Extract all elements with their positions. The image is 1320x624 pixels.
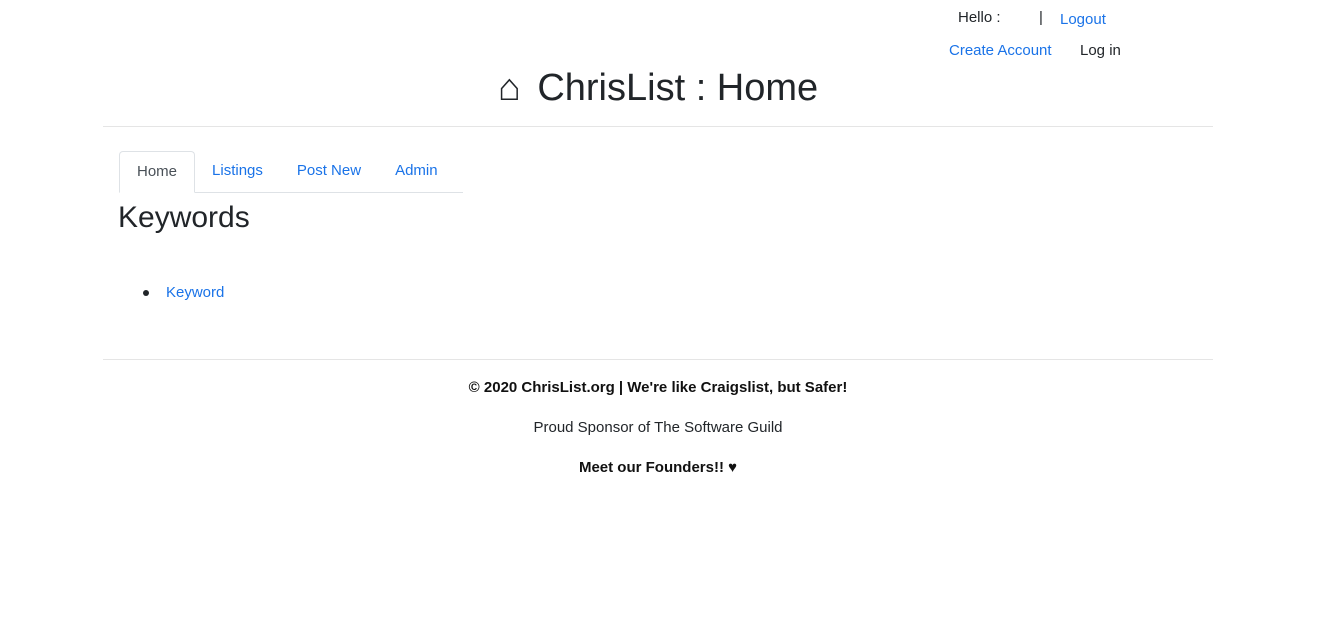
home-icon: ⌂ [497, 67, 521, 109]
nav-separator: | [1039, 9, 1043, 26]
logout-link[interactable]: Logout [1060, 11, 1106, 28]
footer-sponsor: Proud Sponsor of The Software Guild [533, 419, 783, 436]
page-container: Hello : | Logout Create Account Log in ⌂… [103, 0, 1213, 624]
keywords-heading: Keywords [118, 201, 250, 234]
list-item: Keyword [143, 283, 224, 303]
founders-link[interactable]: Meet our Founders!! ♥ [103, 458, 1213, 478]
create-account-link[interactable]: Create Account [949, 42, 1052, 59]
bullet-icon [143, 290, 149, 296]
tab-listings[interactable]: Listings [195, 151, 280, 191]
footer: © 2020 ChrisList.org | We're like Craigs… [103, 378, 1213, 478]
tab-post-new[interactable]: Post New [280, 151, 378, 191]
footer-divider [103, 359, 1213, 360]
login-link[interactable]: Log in [1080, 42, 1121, 59]
nav-tabs: Home Listings Post New Admin [119, 151, 463, 193]
footer-copyright: © 2020 ChrisList.org | We're like Craigs… [468, 379, 848, 396]
page-title-text: ChrisList : Home [537, 67, 819, 109]
user-nav: Hello : | Logout Create Account Log in [913, 8, 1213, 68]
hello-label: Hello : [958, 9, 1001, 26]
tab-admin[interactable]: Admin [378, 151, 455, 191]
header-divider [103, 126, 1213, 127]
tab-home[interactable]: Home [119, 151, 196, 193]
keyword-list: Keyword [143, 283, 224, 303]
page-title: ⌂ ChrisList : Home [103, 66, 1213, 110]
keyword-link[interactable]: Keyword [166, 284, 224, 301]
